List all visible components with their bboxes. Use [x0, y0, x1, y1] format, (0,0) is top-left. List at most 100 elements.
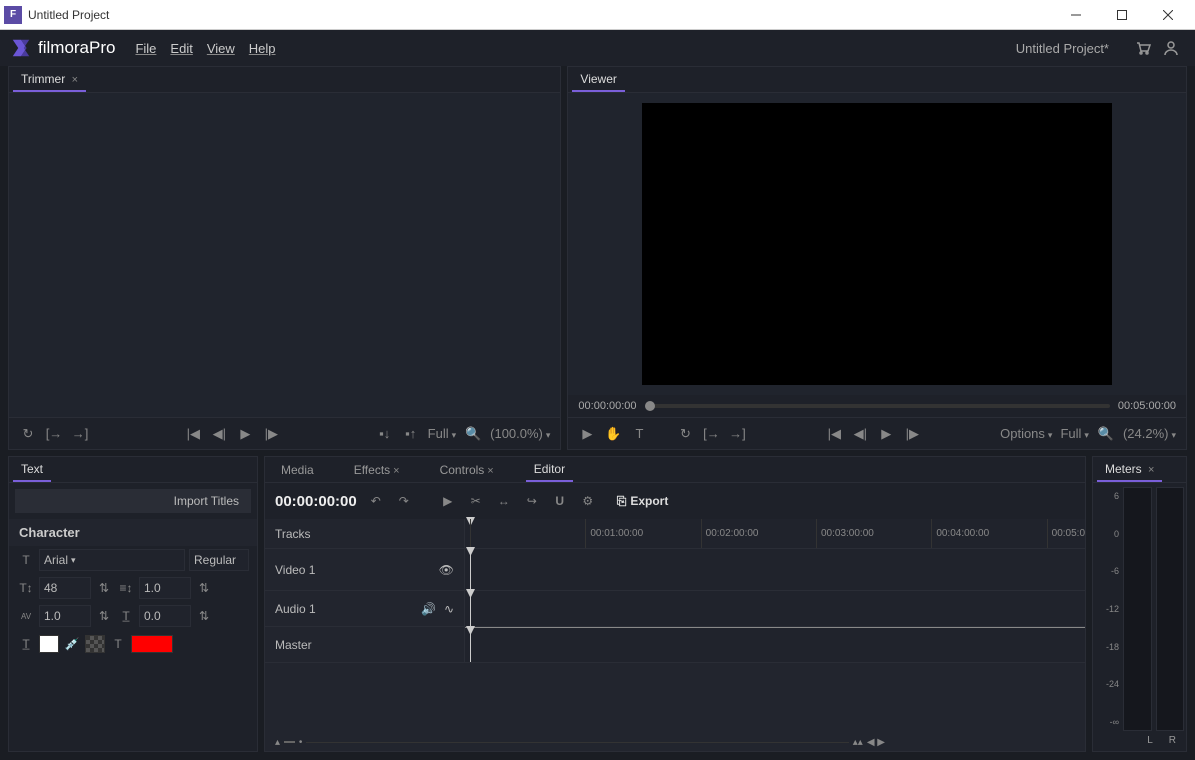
viewer-tab[interactable]: Viewer: [572, 68, 624, 92]
meter-r-label: R: [1169, 735, 1176, 751]
logo: filmoraPro: [10, 37, 115, 59]
zoom-dropdown[interactable]: (24.2%): [1123, 426, 1176, 441]
selection-tool-icon[interactable]: ▶: [439, 494, 457, 508]
eye-icon[interactable]: 👁: [439, 563, 454, 577]
tab-media[interactable]: Media: [273, 459, 322, 481]
mark-out-icon[interactable]: →]: [728, 426, 746, 441]
ruler-mark: 00:02:00:00: [701, 519, 816, 548]
step-fwd-icon[interactable]: |▶: [262, 426, 280, 442]
step-back-icon[interactable]: ◀|: [210, 426, 228, 442]
video-track[interactable]: [465, 549, 1085, 590]
eyedropper-icon[interactable]: 💉: [63, 637, 81, 651]
maximize-button[interactable]: [1099, 0, 1145, 30]
snap-icon[interactable]: U: [551, 494, 569, 508]
mark-in-icon[interactable]: [→: [45, 426, 63, 441]
rate-tool-icon[interactable]: ↪: [523, 494, 541, 508]
stepper-icon[interactable]: ⇅: [95, 581, 113, 595]
loop-icon[interactable]: ↻: [19, 426, 37, 442]
tracking-input[interactable]: 1.0: [39, 605, 91, 627]
close-icon[interactable]: ×: [393, 465, 399, 477]
export-icon: ⎘: [617, 494, 627, 509]
trimmer-tab[interactable]: Trimmer ×: [13, 68, 86, 92]
text-tab[interactable]: Text: [13, 458, 51, 482]
close-icon[interactable]: ×: [72, 74, 78, 86]
weight-select[interactable]: Regular: [189, 549, 249, 571]
cart-icon[interactable]: [1135, 40, 1151, 56]
video-track-header[interactable]: Video 1 👁: [265, 549, 465, 590]
font-size-input[interactable]: 48: [39, 577, 91, 599]
zoom-dropdown[interactable]: (100.0%): [490, 426, 550, 441]
close-icon[interactable]: ×: [487, 465, 493, 477]
window-titlebar: F Untitled Project: [0, 0, 1195, 30]
close-icon[interactable]: ×: [1148, 464, 1154, 476]
go-start-icon[interactable]: |◀: [184, 426, 202, 442]
stepper-icon[interactable]: ⇅: [195, 581, 213, 595]
trimmer-canvas: [9, 93, 560, 417]
scrubber-track[interactable]: [645, 404, 1110, 408]
fill-color-swatch[interactable]: [39, 635, 59, 653]
stroke-color-swatch[interactable]: [131, 635, 173, 653]
menu-file[interactable]: File: [135, 41, 156, 56]
export-button[interactable]: ⎘ Export: [617, 494, 669, 509]
speaker-icon[interactable]: 🔊: [421, 602, 436, 616]
audio-track-header[interactable]: Audio 1 🔊 ∿: [265, 591, 465, 626]
menu-view[interactable]: View: [207, 41, 235, 56]
play-icon[interactable]: ▶: [877, 426, 895, 442]
stroke-icon[interactable]: T: [109, 637, 127, 651]
stepper-icon[interactable]: ⇅: [95, 609, 113, 623]
loop-icon[interactable]: ↻: [676, 426, 694, 442]
go-start-icon[interactable]: |◀: [825, 426, 843, 442]
resolution-dropdown[interactable]: Full: [428, 426, 456, 441]
text-tool-icon[interactable]: T: [630, 426, 648, 441]
meter-left: [1123, 487, 1152, 731]
mark-out-icon[interactable]: →]: [71, 426, 89, 441]
minimize-button[interactable]: [1053, 0, 1099, 30]
meters-tab[interactable]: Meters ×: [1097, 458, 1162, 482]
baseline-input[interactable]: 0.0: [139, 605, 191, 627]
hand-icon[interactable]: ✋: [604, 426, 622, 442]
underline-icon[interactable]: T̲: [17, 637, 35, 651]
logo-text: filmoraPro: [38, 38, 115, 58]
zoom-icon[interactable]: 🔍: [464, 426, 482, 442]
zoom-out-icon[interactable]: ▴: [275, 737, 280, 748]
insert-icon[interactable]: ▪↓: [376, 426, 394, 441]
menu-edit[interactable]: Edit: [170, 41, 192, 56]
resolution-dropdown[interactable]: Full: [1060, 426, 1088, 441]
undo-icon[interactable]: ↶: [367, 494, 385, 508]
stepper-icon[interactable]: ⇅: [195, 609, 213, 623]
timeline-zoom-bar[interactable]: ▴ • ▴▴ ◀ ▶: [265, 733, 1085, 751]
viewer-canvas[interactable]: [568, 93, 1186, 395]
leading-input[interactable]: 1.0: [139, 577, 191, 599]
user-icon[interactable]: [1163, 40, 1179, 56]
waveform-icon[interactable]: ∿: [444, 602, 454, 616]
audio-track[interactable]: [465, 591, 1085, 626]
settings-icon[interactable]: ⚙: [579, 494, 597, 508]
font-select[interactable]: Arial: [39, 549, 185, 571]
step-fwd-icon[interactable]: |▶: [903, 426, 921, 442]
tab-effects[interactable]: Effects×: [346, 459, 408, 481]
trimmer-toolbar: ↻ [→ →] |◀ ◀| ▶ |▶ ▪↓ ▪↑ Full 🔍 (100.0%): [9, 417, 560, 449]
menu-help[interactable]: Help: [249, 41, 276, 56]
tab-editor[interactable]: Editor: [526, 458, 573, 482]
master-track-header[interactable]: Master: [265, 627, 465, 662]
play-icon[interactable]: ▶: [578, 426, 596, 442]
slip-tool-icon[interactable]: ↔: [495, 494, 513, 508]
master-track[interactable]: [465, 627, 1085, 662]
logo-icon: [10, 37, 32, 59]
slice-tool-icon[interactable]: ✂: [467, 494, 485, 508]
play-icon[interactable]: ▶: [236, 426, 254, 442]
timecode[interactable]: 00:00:00:00: [275, 493, 357, 510]
options-dropdown[interactable]: Options: [1000, 426, 1052, 441]
import-titles-button[interactable]: Import Titles: [15, 489, 251, 513]
transparency-swatch[interactable]: [85, 635, 105, 653]
zoom-in-icon[interactable]: ▴▴: [853, 737, 863, 748]
close-button[interactable]: [1145, 0, 1191, 30]
zoom-icon[interactable]: 🔍: [1097, 426, 1115, 442]
master-track-label: Master: [275, 638, 312, 652]
redo-icon[interactable]: ↷: [395, 494, 413, 508]
tab-controls[interactable]: Controls×: [432, 459, 502, 481]
overwrite-icon[interactable]: ▪↑: [402, 426, 420, 441]
step-back-icon[interactable]: ◀|: [851, 426, 869, 442]
timeline-ruler[interactable]: 00:01:00:00 00:02:00:00 00:03:00:00 00:0…: [465, 519, 1085, 548]
mark-in-icon[interactable]: [→: [702, 426, 720, 441]
